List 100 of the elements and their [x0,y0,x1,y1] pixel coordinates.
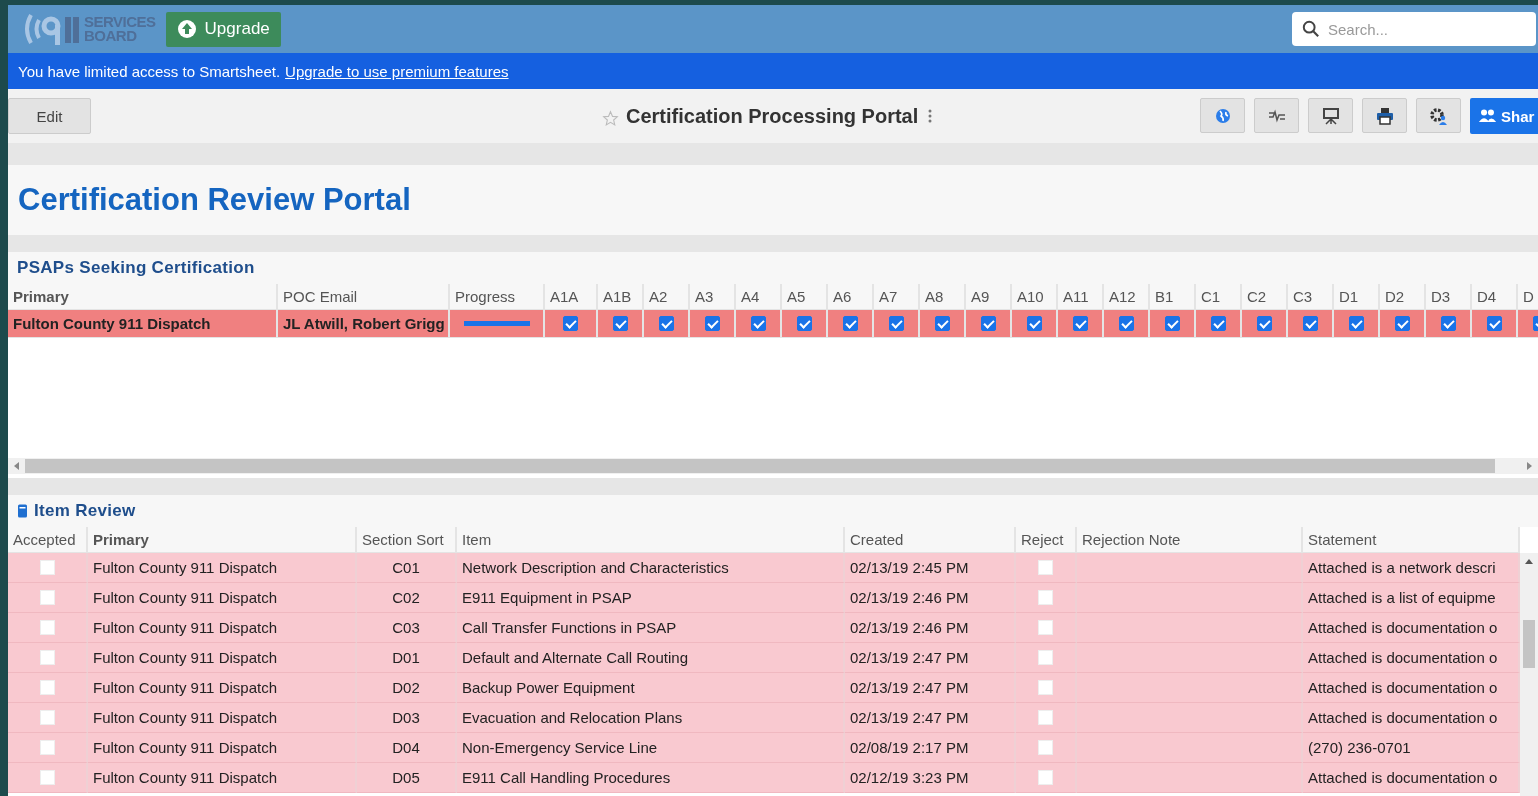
column-header: A3 [690,284,736,310]
column-header: A2 [644,284,690,310]
horizontal-scrollbar[interactable] [8,458,1538,474]
table-cell: Fulton County 911 Dispatch [88,703,357,733]
checkbox[interactable] [704,316,720,331]
sheet-title: Certification Processing Portal [626,104,919,128]
section-title: Item Review [34,501,136,521]
checkbox[interactable] [1072,316,1088,331]
column-header: A10 [1012,284,1058,310]
column-header: A9 [966,284,1012,310]
easel-icon [1320,105,1341,126]
access-notice: You have limited access to Smartsheet. [18,62,281,80]
column-header: Statement [1303,527,1520,553]
table-cell: Fulton County 911 Dispatch [88,673,357,703]
column-header: D [1518,284,1538,310]
table-cell: 02/08/19 2:17 PM [845,733,1016,763]
more-icon[interactable] [928,108,933,124]
column-header: A8 [920,284,966,310]
column-header: Primary [88,527,357,553]
checkbox[interactable] [658,316,674,331]
column-header: A12 [1104,284,1150,310]
search-icon [1302,20,1320,38]
checkbox[interactable] [563,316,578,331]
printer-icon [1374,105,1395,126]
table-cell: Default and Alternate Call Routing [457,643,845,673]
column-header: B1 [1150,284,1196,310]
table-cell: Backup Power Equipment [457,673,845,703]
presentation-button[interactable] [1308,98,1353,133]
checkbox[interactable] [1394,316,1410,331]
column-header: C3 [1288,284,1334,310]
vertical-scrollbar[interactable] [1520,553,1538,796]
table-cell: Attached is documentation o [1303,703,1520,733]
checkbox[interactable] [1440,316,1456,331]
table-cell: Fulton County 911 Dispatch [88,553,357,583]
table-cell: Fulton County 911 Dispatch [88,643,357,673]
print-button[interactable] [1362,98,1407,133]
checkbox[interactable] [1026,316,1042,331]
table-cell: D05 [357,763,457,793]
checkbox[interactable] [1302,316,1318,331]
column-header: A4 [736,284,782,310]
table-cell: E911 Equipment in PSAP [457,583,845,613]
table-cell: D03 [357,703,457,733]
column-header: A11 [1058,284,1104,310]
column-header: A7 [874,284,920,310]
table-cell: 02/13/19 2:46 PM [845,583,1016,613]
star-icon[interactable] [602,109,619,127]
table-cell: (270) 236-0701 [1303,733,1520,763]
search-field[interactable]: Search... [1292,12,1536,46]
checkbox[interactable] [842,316,858,331]
table-cell: D04 [357,733,457,763]
checkbox[interactable] [888,316,904,331]
checkbox[interactable] [796,316,812,331]
column-header: D4 [1472,284,1518,310]
table-cell: Attached is documentation o [1303,763,1520,793]
globe-button[interactable] [1200,98,1245,133]
checkbox[interactable] [980,316,996,331]
edit-button[interactable]: Edit [8,98,91,134]
activity-button[interactable] [1254,98,1299,133]
checkbox[interactable] [1164,316,1180,331]
column-header: C2 [1242,284,1288,310]
column-header: Progress [450,284,545,310]
column-header: Accepted [8,527,88,553]
table-cell: 02/13/19 2:46 PM [845,613,1016,643]
checkbox[interactable] [1348,316,1364,331]
settings-button[interactable] [1416,98,1461,133]
table-cell: Non-Emergency Service Line [457,733,845,763]
table-cell: 02/13/19 2:47 PM [845,643,1016,673]
table-cell: 02/12/19 3:23 PM [845,763,1016,793]
table-cell: 02/13/19 2:47 PM [845,673,1016,703]
column-header: POC Email [278,284,450,310]
checkbox[interactable] [1486,316,1502,331]
checkbox[interactable] [750,316,766,331]
table-cell: C01 [357,553,457,583]
checkbox[interactable] [1118,316,1134,331]
share-button[interactable]: Shar [1470,98,1538,134]
column-header: D2 [1380,284,1426,310]
table-cell: Fulton County 911 Dispatch [88,613,357,643]
column-header: A1A [545,284,598,310]
checkbox[interactable] [1256,316,1272,331]
table-cell: Network Description and Characteristics [457,553,845,583]
table-cell: Fulton County 911 Dispatch [88,733,357,763]
table-cell: Attached is documentation o [1303,673,1520,703]
people-icon [1478,108,1497,124]
upgrade-link[interactable]: Upgrade to use premium features [285,62,509,80]
table-cell: Fulton County 911 Dispatch [88,763,357,793]
table-cell: Fulton County 911 Dispatch [8,310,278,338]
checkbox[interactable] [612,316,628,331]
column-header: Created [845,527,1016,553]
table-cell: Evacuation and Relocation Plans [457,703,845,733]
table-cell: D02 [357,673,457,703]
checkbox[interactable] [934,316,950,331]
table-cell: 02/13/19 2:45 PM [845,553,1016,583]
column-header: D1 [1334,284,1380,310]
column-header: Section Sort [357,527,457,553]
checkbox[interactable] [1210,316,1226,331]
table-cell: E911 Call Handling Procedures [457,763,845,793]
book-icon [17,504,28,518]
column-header: A1B [598,284,644,310]
upgrade-button[interactable]: Upgrade [165,11,281,47]
column-header: A5 [782,284,828,310]
